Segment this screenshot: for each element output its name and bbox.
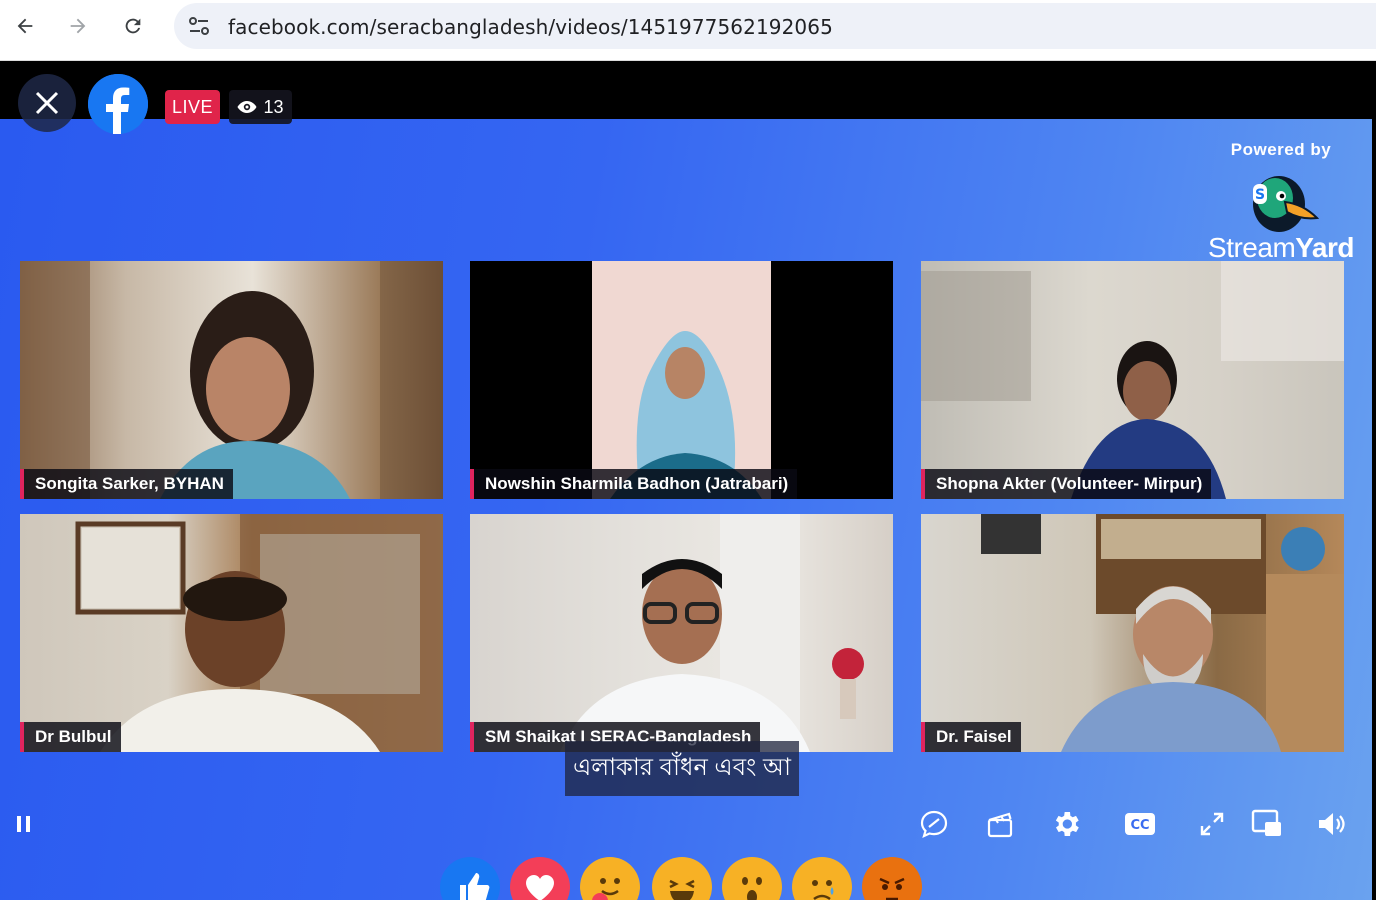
reload-button[interactable] (117, 10, 149, 42)
sad-face-icon (812, 880, 834, 900)
participant-video (921, 261, 1344, 499)
powered-by-text: Powered by (1230, 140, 1332, 159)
participant-video (560, 514, 864, 752)
gear-icon (1055, 812, 1079, 836)
reload-icon (125, 18, 141, 34)
participant-name-tag: Nowshin Sharmila Badhon (Jatrabari) (470, 469, 798, 499)
streamyard-duck-logo: S (1253, 176, 1320, 232)
address-bar[interactable]: facebook.com/seracbangladesh/videos/1451… (174, 3, 1376, 49)
heart-icon (526, 875, 554, 900)
participant-name-tag: Shopna Akter (Volunteer- Mirpur) (921, 469, 1212, 499)
facebook-logo[interactable] (88, 74, 148, 134)
facebook-f-icon (88, 74, 148, 134)
laughing-face-icon (669, 879, 695, 900)
close-video-button[interactable] (18, 74, 76, 132)
streamyard-wordmark: StreamYard (1208, 232, 1354, 263)
participant-video (20, 261, 443, 499)
hug-face-icon (592, 878, 620, 900)
chat-bubble-icon (920, 810, 948, 838)
angry-reaction[interactable] (862, 857, 922, 900)
participant-tile: Dr. Faisel (921, 514, 1344, 752)
svg-text:S: S (1255, 187, 1265, 203)
pause-icon (17, 816, 30, 832)
site-settings-icon[interactable] (188, 16, 210, 36)
sad-reaction[interactable] (792, 857, 852, 900)
participant-name-tag: Dr Bulbul (20, 722, 121, 752)
viewer-count-badge: 13 (229, 90, 292, 124)
participant-video (981, 514, 1344, 752)
participant-tile: Dr Bulbul (20, 514, 443, 752)
streamyard-branding: Powered by S StreamYard (1206, 140, 1356, 264)
pause-button[interactable] (4, 804, 44, 844)
cc-icon: CC (1125, 813, 1155, 835)
participant-tile: SM Shaikat I SERAC-Bangladesh (470, 514, 893, 752)
picture-in-picture-button[interactable] (1247, 804, 1287, 844)
close-icon (35, 91, 59, 115)
expand-icon (1200, 812, 1224, 836)
participant-video (592, 261, 771, 499)
participant-video (75, 514, 443, 752)
settings-button[interactable] (1046, 804, 1086, 844)
volume-button[interactable] (1312, 804, 1352, 844)
participant-tile: Nowshin Sharmila Badhon (Jatrabari) (470, 261, 893, 499)
url-text: facebook.com/seracbangladesh/videos/1451… (228, 15, 833, 39)
captions-button[interactable]: CC (1120, 804, 1160, 844)
forward-button[interactable] (62, 10, 94, 42)
fullscreen-button[interactable] (1192, 804, 1232, 844)
speaker-icon (1319, 813, 1345, 835)
eye-icon (237, 101, 257, 113)
viewer-count: 13 (263, 96, 284, 117)
wow-reaction[interactable] (722, 857, 782, 900)
participant-tile: Shopna Akter (Volunteer- Mirpur) (921, 261, 1344, 499)
like-reaction[interactable] (440, 857, 500, 900)
participant-name-tag: Dr. Faisel (921, 722, 1021, 752)
arrow-right-icon (70, 18, 86, 34)
care-reaction[interactable] (580, 857, 640, 900)
thumbs-up-icon (460, 873, 490, 900)
reaction-bar (434, 857, 924, 900)
participant-tile: Songita Sarker, BYHAN (20, 261, 443, 499)
svg-text:CC: CC (1130, 818, 1149, 833)
clapperboard-icon (987, 812, 1013, 838)
comments-button[interactable] (914, 804, 954, 844)
clip-button[interactable] (980, 804, 1020, 844)
browser-toolbar: facebook.com/seracbangladesh/videos/1451… (0, 0, 1376, 61)
back-button[interactable] (9, 10, 41, 42)
surprised-face-icon (742, 877, 762, 900)
video-player[interactable]: LIVE 13 Powered by S StreamYard Songita … (0, 62, 1376, 900)
pip-icon (1251, 809, 1281, 836)
angry-face-icon (879, 877, 905, 900)
love-reaction[interactable] (510, 857, 570, 900)
live-caption: এলাকার বাঁধন এবং আ (565, 741, 799, 796)
arrow-left-icon (17, 18, 33, 34)
live-badge: LIVE (165, 90, 220, 124)
haha-reaction[interactable] (652, 857, 712, 900)
participant-name-tag: Songita Sarker, BYHAN (20, 469, 233, 499)
